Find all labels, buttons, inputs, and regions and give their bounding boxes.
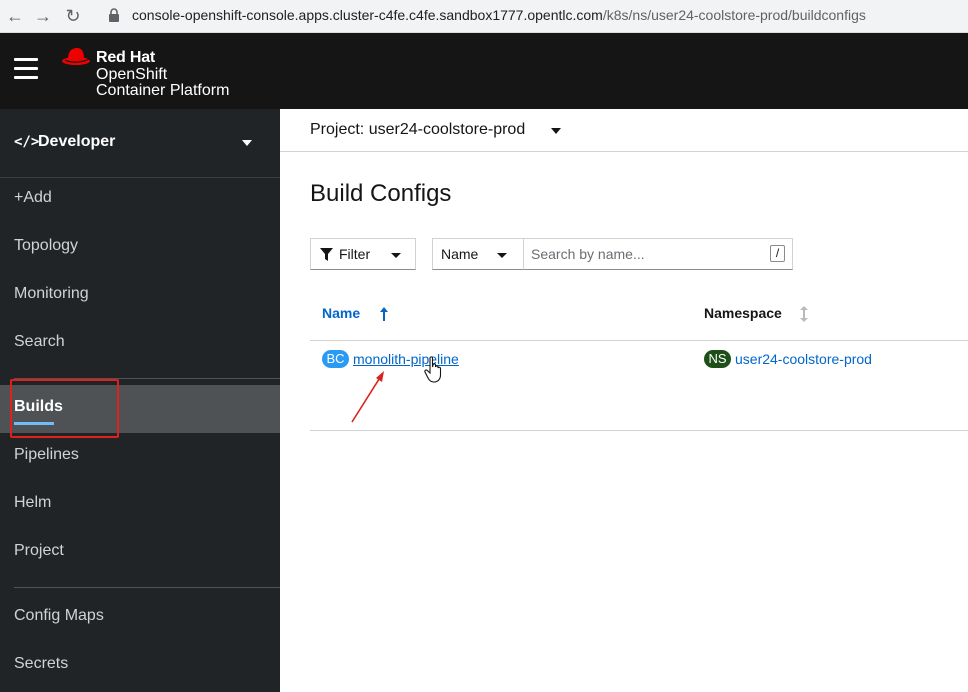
filter-type-select[interactable]: Name (432, 238, 524, 270)
brand-red-hat: Red Hat (96, 49, 156, 66)
perspective-switcher[interactable]: </> Developer (0, 109, 280, 178)
table-header-divider (310, 340, 968, 341)
sidebar-item-label: Search (14, 333, 65, 350)
highlight-annotation (10, 379, 119, 438)
sidebar-item-label: Pipelines (14, 446, 79, 463)
sidebar-item-label: Project (14, 542, 64, 559)
sort-ascending-icon[interactable] (380, 307, 388, 321)
resource-badge-bc: BC (322, 350, 349, 368)
table-row-divider (310, 430, 968, 431)
column-header-namespace[interactable]: Namespace (704, 305, 782, 321)
sidebar-item-add[interactable]: +Add (0, 174, 280, 222)
url-host: console-openshift-console.apps.cluster-c… (132, 7, 603, 23)
filter-type-label: Name (441, 246, 479, 262)
page-title: Build Configs (310, 180, 452, 207)
column-header-name[interactable]: Name (322, 305, 360, 321)
forward-icon[interactable]: → (32, 5, 54, 27)
resource-badge-ns: NS (704, 350, 731, 368)
perspective-label: Developer (38, 133, 116, 150)
sort-icon[interactable] (799, 306, 809, 322)
sidebar-item-topology[interactable]: Topology (0, 222, 280, 270)
masthead: Red Hat OpenShift Container Platform (0, 33, 968, 109)
caret-down-icon (551, 128, 561, 134)
red-hat-logo-icon (62, 48, 90, 65)
caret-down-icon (497, 253, 507, 258)
sidebar-item-label: Secrets (14, 655, 69, 672)
red-arrow-annotation-icon (351, 371, 384, 423)
url-text[interactable]: console-openshift-console.apps.cluster-c… (132, 7, 866, 23)
sidebar-item-label: Topology (14, 237, 79, 254)
sidebar-item-secrets[interactable]: Secrets (0, 640, 280, 688)
filter-dropdown[interactable]: Filter (310, 238, 416, 270)
sidebar-item-label: Config Maps (14, 607, 104, 624)
nav-divider (14, 587, 280, 588)
sidebar-item-project[interactable]: Project (0, 527, 280, 575)
project-selector[interactable]: Project: user24-coolstore-prod (280, 109, 968, 152)
caret-down-icon (391, 253, 401, 258)
search-input[interactable] (524, 238, 793, 270)
sidebar-item-monitoring[interactable]: Monitoring (0, 270, 280, 318)
browser-toolbar: ← → ↻ console-openshift-console.apps.clu… (0, 0, 968, 33)
reload-icon[interactable]: ↻ (62, 5, 84, 27)
hand-cursor-icon (424, 356, 442, 383)
sidebar-item-pipelines[interactable]: Pipelines (0, 431, 280, 479)
project-label: Project: user24-coolstore-prod (310, 121, 526, 138)
sidebar-item-helm[interactable]: Helm (0, 479, 280, 527)
sidebar-item-config-maps[interactable]: Config Maps (0, 592, 280, 640)
sidebar-item-search[interactable]: Search (0, 318, 280, 366)
sidebar-nav: </> Developer +Add Topology Monitoring S… (0, 109, 280, 692)
lock-icon (109, 8, 119, 22)
code-icon: </> (14, 134, 40, 150)
filter-label: Filter (339, 246, 371, 262)
url-path: /k8s/ns/user24-coolstore-prod/buildconfi… (602, 7, 866, 23)
sidebar-item-label: Helm (14, 494, 52, 511)
hamburger-menu-icon[interactable] (14, 58, 38, 80)
namespace-link[interactable]: user24-coolstore-prod (735, 351, 872, 367)
back-icon[interactable]: ← (4, 5, 26, 27)
caret-down-icon (242, 140, 252, 146)
sidebar-item-label: Monitoring (14, 285, 89, 302)
brand-container-platform: Container Platform (96, 82, 230, 99)
sidebar-item-label: +Add (14, 189, 52, 206)
keyboard-shortcut-hint: / (770, 245, 785, 262)
filter-icon (320, 248, 333, 261)
